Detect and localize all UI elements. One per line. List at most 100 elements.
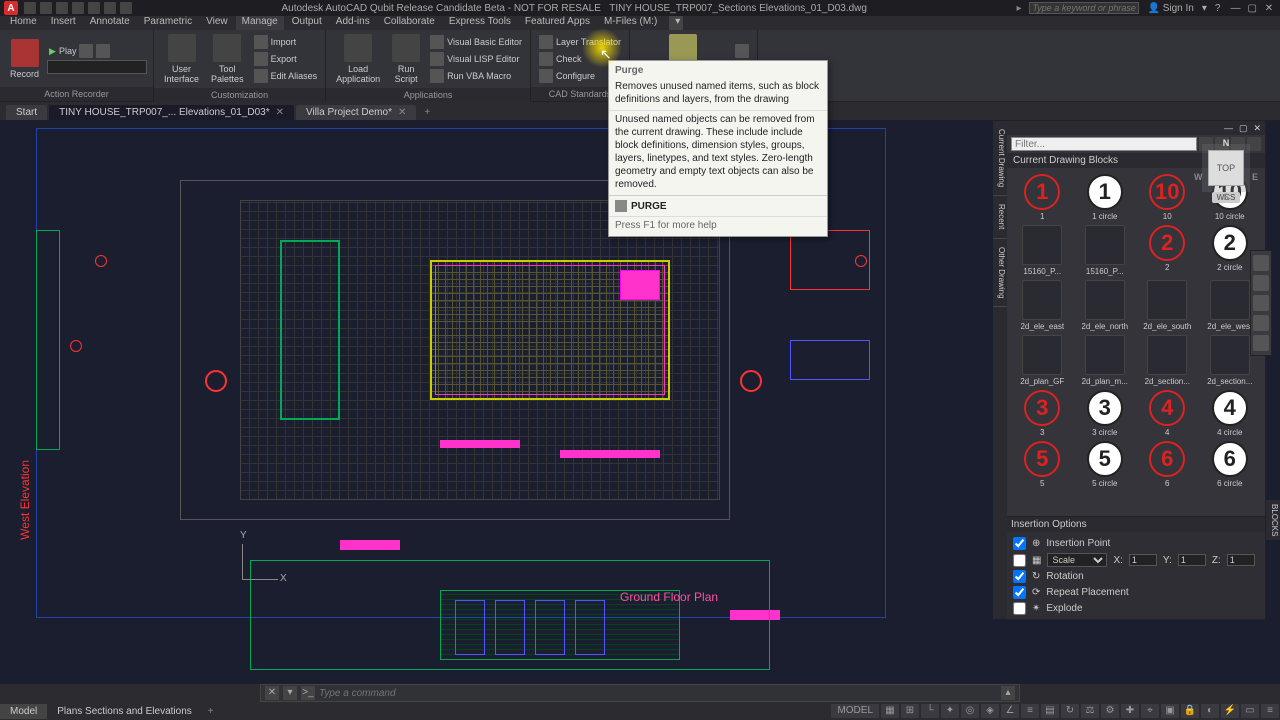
tab-villa[interactable]: Villa Project Demo*✕: [296, 105, 416, 120]
status-polar-icon[interactable]: ✦: [941, 704, 959, 718]
status-workspace-icon[interactable]: ⚙: [1101, 704, 1119, 718]
scale-checkbox[interactable]: [1013, 554, 1026, 567]
scale-x-input[interactable]: [1129, 554, 1157, 566]
rotation-checkbox[interactable]: [1013, 570, 1026, 583]
qat-plot-icon[interactable]: [88, 2, 100, 14]
nav-orbit-icon[interactable]: [1253, 315, 1269, 331]
share-icon[interactable]: ▸: [1016, 3, 1021, 14]
status-osnap-icon[interactable]: ◎: [961, 704, 979, 718]
block-thumbnail[interactable]: 66 circle: [1201, 441, 1260, 488]
ribbon-collapse-icon[interactable]: ▾: [669, 16, 683, 30]
status-otrack-icon[interactable]: ∠: [1001, 704, 1019, 718]
scale-y-input[interactable]: [1178, 554, 1206, 566]
status-clean-icon[interactable]: ▭: [1241, 704, 1259, 718]
block-thumbnail[interactable]: 44 circle: [1201, 390, 1260, 437]
insertion-point-checkbox[interactable]: [1013, 537, 1026, 550]
user-interface-button[interactable]: User Interface: [160, 32, 203, 86]
block-thumbnail[interactable]: 2d_ele_north: [1076, 280, 1135, 331]
qat-save-icon[interactable]: [56, 2, 68, 14]
macro-name-input[interactable]: [47, 60, 147, 74]
menu-collaborate[interactable]: Collaborate: [378, 16, 441, 30]
qat-open-icon[interactable]: [40, 2, 52, 14]
status-transparency-icon[interactable]: ▤: [1041, 704, 1059, 718]
qat-new-icon[interactable]: [24, 2, 36, 14]
status-isolate-icon[interactable]: ◐: [1201, 704, 1219, 718]
tab-tiny-house[interactable]: TINY HOUSE_TRP007_... Elevations_01_D03*…: [49, 105, 294, 120]
block-thumbnail[interactable]: 22: [1138, 225, 1197, 276]
status-model-label[interactable]: MODEL: [831, 704, 879, 718]
block-thumbnail[interactable]: 1010: [1138, 174, 1197, 221]
qat-saveas-icon[interactable]: [72, 2, 84, 14]
status-lineweight-icon[interactable]: ≡: [1021, 704, 1039, 718]
status-annoscale-icon[interactable]: ⚖: [1081, 704, 1099, 718]
nav-wheel-icon[interactable]: [1253, 255, 1269, 271]
view-cube[interactable]: N S E W TOP WCS: [1196, 140, 1256, 220]
compass-w[interactable]: W: [1194, 172, 1203, 182]
block-thumbnail[interactable]: 15160_P...: [1076, 225, 1135, 276]
compass-s[interactable]: S: [1223, 192, 1229, 202]
close-icon[interactable]: ✕: [398, 107, 406, 118]
cmd-expand-icon[interactable]: ▴: [1001, 686, 1015, 700]
insertion-options-header[interactable]: Insertion Options: [1007, 517, 1265, 532]
status-grid-icon[interactable]: ▦: [881, 704, 899, 718]
scale-z-input[interactable]: [1227, 554, 1255, 566]
status-annomon-icon[interactable]: ✚: [1121, 704, 1139, 718]
block-thumbnail[interactable]: 2d_ele_south: [1138, 280, 1197, 331]
palette-tab-other[interactable]: Other Drawing: [993, 239, 1007, 308]
cmd-close-icon[interactable]: ✕: [265, 686, 279, 700]
qat-redo-icon[interactable]: [120, 2, 132, 14]
play-button[interactable]: ▶Play: [47, 43, 147, 59]
status-lock-icon[interactable]: 🔒: [1181, 704, 1199, 718]
block-thumbnail[interactable]: 66: [1138, 441, 1197, 488]
status-3dosnap-icon[interactable]: ◈: [981, 704, 999, 718]
menu-output[interactable]: Output: [286, 16, 328, 30]
block-thumbnail[interactable]: 2d_ele_east: [1013, 280, 1072, 331]
status-snap-icon[interactable]: ⊞: [901, 704, 919, 718]
minimize-button[interactable]: —: [1228, 3, 1242, 14]
menu-featured[interactable]: Featured Apps: [519, 16, 596, 30]
help-icon[interactable]: ?: [1215, 3, 1221, 14]
run-vba-button[interactable]: Run VBA Macro: [428, 68, 524, 84]
menu-parametric[interactable]: Parametric: [138, 16, 198, 30]
block-thumbnail[interactable]: 2d_plan_GF: [1013, 335, 1072, 386]
compass-e[interactable]: E: [1252, 172, 1258, 182]
close-button[interactable]: ✕: [1262, 3, 1276, 14]
palette-tab-recent[interactable]: Recent: [993, 196, 1007, 238]
compass-n[interactable]: N: [1223, 138, 1230, 148]
block-thumbnail[interactable]: 55 circle: [1076, 441, 1135, 488]
play-opt1-icon[interactable]: [79, 44, 93, 58]
command-input[interactable]: [319, 688, 997, 699]
vb-editor-button[interactable]: Visual Basic Editor: [428, 34, 524, 50]
record-button[interactable]: Record: [6, 37, 43, 81]
layer-translator-button[interactable]: Layer Translator: [537, 34, 623, 50]
nav-pan-icon[interactable]: [1253, 275, 1269, 291]
palette-min-icon[interactable]: —: [1224, 123, 1233, 133]
status-quickprops-icon[interactable]: ▣: [1161, 704, 1179, 718]
import-button[interactable]: Import: [252, 34, 320, 50]
nav-zoom-icon[interactable]: [1253, 295, 1269, 311]
export-button[interactable]: Export: [252, 51, 320, 67]
menu-home[interactable]: Home: [4, 16, 43, 30]
cmd-recent-icon[interactable]: ▾: [283, 686, 297, 700]
status-custom-icon[interactable]: ≡: [1261, 704, 1279, 718]
cart-icon[interactable]: ▾: [1202, 3, 1207, 14]
palette-close-icon[interactable]: ✕: [1253, 123, 1261, 134]
scale-mode-select[interactable]: Scale: [1047, 553, 1107, 567]
status-ortho-icon[interactable]: └: [921, 704, 939, 718]
repeat-checkbox[interactable]: [1013, 586, 1026, 599]
maximize-button[interactable]: ▢: [1245, 3, 1259, 14]
status-units-icon[interactable]: ⌖: [1141, 704, 1159, 718]
lisp-editor-button[interactable]: Visual LISP Editor: [428, 51, 524, 67]
menu-view[interactable]: View: [200, 16, 234, 30]
block-thumbnail[interactable]: 55: [1013, 441, 1072, 488]
blocks-palette-label[interactable]: BLOCKS: [1266, 500, 1280, 540]
tab-start[interactable]: Start: [6, 105, 47, 120]
menu-express[interactable]: Express Tools: [443, 16, 517, 30]
block-thumbnail[interactable]: 15160_P...: [1013, 225, 1072, 276]
block-filter-input[interactable]: [1011, 137, 1197, 151]
block-thumbnail[interactable]: 2d_section...: [1138, 335, 1197, 386]
edit-aliases-button[interactable]: Edit Aliases: [252, 68, 320, 84]
block-thumbnail[interactable]: 44: [1138, 390, 1197, 437]
status-cycling-icon[interactable]: ↻: [1061, 704, 1079, 718]
close-icon[interactable]: ✕: [276, 107, 284, 118]
